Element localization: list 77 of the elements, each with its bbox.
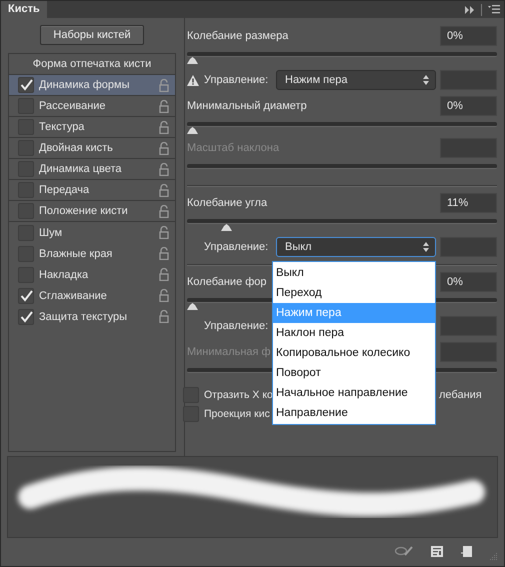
lock-icon[interactable] [159,78,169,92]
slider-track[interactable] [187,164,497,169]
lock-icon[interactable] [159,142,169,154]
dropdown-option[interactable]: Поворот [273,363,435,383]
item-label: Двойная кисть [39,142,114,154]
setting-label: Колебание размера [187,30,288,42]
settings-item[interactable]: Рассеивание [9,96,175,117]
dropdown-option[interactable]: Направление [273,403,435,423]
control-label: Управление: [204,320,270,332]
lock-icon[interactable] [159,268,169,281]
control-label: Управление: [204,241,270,253]
item-label: Текстура [39,121,86,133]
checkbox-label: лебания [439,388,482,400]
item-label: Накладка [39,268,90,280]
settings-item[interactable]: Сглаживание [9,285,175,306]
settings-item[interactable]: Динамика цвета [9,159,175,180]
settings-item[interactable]: Защита текстуры [9,306,175,327]
setting-label: Колебание угла [187,197,268,209]
settings-item[interactable]: Влажные края [9,243,175,264]
brush-presets-button[interactable]: Наборы кистей [40,25,144,45]
item-label: Рассеивание [39,100,107,112]
lock-icon[interactable] [159,247,169,260]
value-field[interactable]: 11% [440,193,497,213]
lock-icon[interactable] [159,100,169,112]
lock-icon[interactable] [159,289,169,302]
item-label: Шум [39,226,64,238]
checkbox[interactable] [18,288,34,304]
checkbox-label: Проекция кис [204,408,270,420]
setting-label: Минимальный диаметр [187,100,307,112]
lock-icon[interactable] [159,120,169,134]
settings-item[interactable]: Текстура [9,117,175,138]
dropdown-option[interactable]: Начальное направление [273,383,435,403]
item-label: Защита текстуры [39,310,128,322]
settings-item[interactable]: Передача [9,180,175,201]
lock-icon[interactable] [159,184,169,196]
dropdown-option[interactable]: Переход [273,283,435,303]
settings-item[interactable]: Накладка [9,264,175,285]
item-label: Сглаживание [39,290,108,302]
warning-icon [187,74,199,86]
lock-icon[interactable] [159,162,169,176]
item-label: Влажные края [39,248,114,260]
setting-label: Колебание фор [187,276,267,288]
item-label: Динамика цвета [39,163,123,175]
checkbox[interactable] [183,386,199,402]
settings-item[interactable]: Шум [9,222,175,243]
checkbox[interactable] [183,406,199,422]
collapse-icon[interactable] [465,6,475,14]
dropdown-option[interactable]: Выкл [273,263,435,283]
value-field[interactable]: 0% [440,26,497,46]
slider-track[interactable] [187,219,497,224]
grid-panel-icon[interactable] [431,546,443,556]
item-label: Передача [39,184,90,196]
control-dropdown[interactable]: Выкл [276,237,436,257]
dropdown-option[interactable]: Копировальное колесико [273,343,435,363]
slider-track[interactable] [187,122,497,127]
control-label: Управление: [204,74,270,86]
menu-icon[interactable] [488,5,500,14]
new-preset-icon[interactable] [461,546,472,556]
settings-item[interactable]: Двойная кисть [9,138,175,159]
lock-icon[interactable] [159,204,169,218]
control-dropdown[interactable]: Нажим пера [276,70,436,90]
value-field[interactable]: 0% [440,272,497,292]
lock-icon[interactable] [159,226,169,239]
settings-item[interactable]: Положение кисти [9,201,175,222]
item-label: Положение кисти [39,205,129,217]
dropdown-option[interactable]: Наклон пера [273,323,435,343]
updown-icon [423,242,429,252]
value-field[interactable]: 0% [440,96,497,116]
checkbox[interactable] [18,77,34,93]
slider-track[interactable] [187,52,497,57]
panel-tab[interactable]: Кисть [1,1,47,18]
item-label: Динамика формы [39,79,130,91]
checkbox[interactable] [18,308,34,324]
lock-icon[interactable] [159,310,169,323]
settings-item[interactable]: Динамика формы [9,75,175,96]
updown-icon [423,75,429,85]
brush-eye-icon[interactable] [395,546,413,556]
